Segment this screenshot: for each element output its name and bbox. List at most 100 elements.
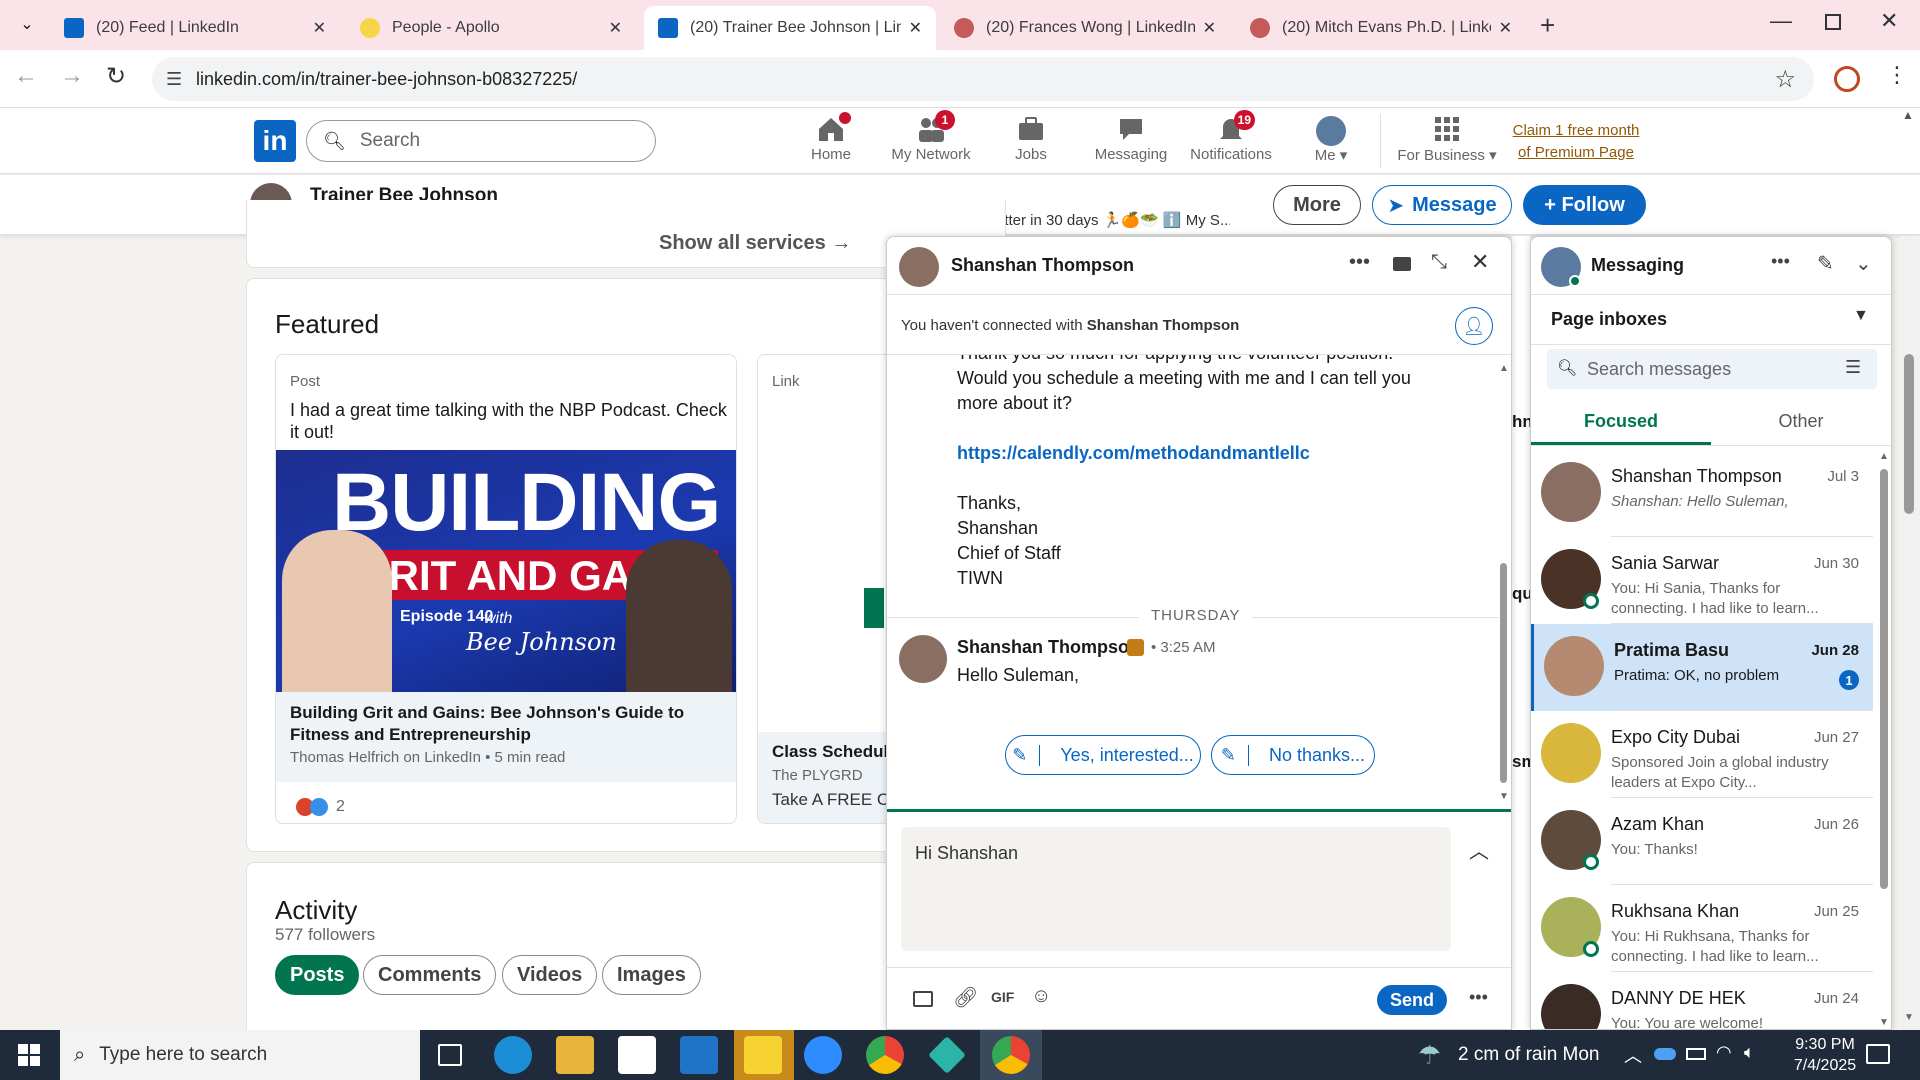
edge-icon[interactable] bbox=[494, 1036, 532, 1074]
minimize-icon[interactable]: — bbox=[1770, 8, 1792, 34]
more-options-icon[interactable]: ••• bbox=[1771, 251, 1790, 272]
nav-jobs[interactable]: Jobs bbox=[981, 116, 1081, 163]
nav-notifications[interactable]: 19 Notifications bbox=[1181, 110, 1281, 163]
video-call-icon[interactable] bbox=[1393, 257, 1411, 271]
close-tab-icon[interactable]: ✕ bbox=[1203, 18, 1216, 38]
page-inboxes-dropdown[interactable]: Page inboxes ▼ bbox=[1531, 295, 1891, 345]
scroll-up-icon[interactable]: ▲ bbox=[1879, 451, 1889, 462]
scroll-down-icon[interactable]: ▼ bbox=[1904, 1012, 1914, 1023]
gif-icon[interactable]: GIF bbox=[991, 989, 1014, 1005]
image-attach-icon[interactable] bbox=[913, 991, 933, 1007]
task-view-icon[interactable] bbox=[438, 1044, 462, 1066]
send-button[interactable]: Send bbox=[1377, 985, 1447, 1015]
tab-search-chevron-icon[interactable]: ⌄ bbox=[14, 12, 40, 38]
more-button[interactable]: More bbox=[1273, 185, 1361, 225]
chrome-profile-icon[interactable] bbox=[992, 1036, 1030, 1074]
conversation-item[interactable]: Sania Sarwar Jun 30 You: Hi Sania, Thanks … bbox=[1531, 537, 1873, 624]
scrollbar-thumb[interactable] bbox=[1500, 563, 1507, 783]
connect-person-icon[interactable]: 👤︎ bbox=[1455, 307, 1493, 345]
weather-umbrella-icon[interactable]: ☂ bbox=[1418, 1040, 1441, 1071]
nav-me[interactable]: Me ▾ bbox=[1281, 116, 1381, 164]
browser-tab[interactable]: (20) Frances Wong | LinkedIn ✕ bbox=[940, 6, 1230, 50]
paperclip-icon[interactable]: 🔗︎ bbox=[953, 985, 978, 1010]
browser-tab[interactable]: People - Apollo ✕ bbox=[346, 6, 636, 50]
nav-my-network[interactable]: 1 My Network bbox=[881, 110, 981, 163]
emoji-icon[interactable]: ☺ bbox=[1031, 985, 1051, 1008]
message-button[interactable]: ➤ Message bbox=[1372, 185, 1512, 225]
expand-composer-icon[interactable]: ︿ bbox=[1469, 835, 1489, 864]
conversation-item[interactable]: DANNY DE HEK Jun 24 You: You are welcome! bbox=[1531, 972, 1873, 1029]
site-info-icon[interactable]: ☰ bbox=[166, 69, 182, 90]
scroll-down-icon[interactable]: ▼ bbox=[1499, 791, 1509, 802]
list-scrollbar[interactable]: ▲ ▼ bbox=[1877, 451, 1891, 1029]
scroll-up-icon[interactable]: ▲ bbox=[1499, 363, 1509, 374]
message-search[interactable]: 🔍︎ Search messages ☰ bbox=[1547, 349, 1877, 389]
page-scrollbar-up-icon[interactable]: ▲ bbox=[1902, 108, 1914, 122]
nav-for-business[interactable]: For Business ▾ bbox=[1397, 116, 1497, 164]
clock[interactable]: 9:30 PM 7/4/2025 bbox=[1780, 1034, 1870, 1076]
sticky-notes-icon[interactable] bbox=[744, 1036, 782, 1074]
avatar[interactable] bbox=[899, 247, 939, 287]
nav-home[interactable]: Home bbox=[781, 112, 881, 163]
new-tab-plus-icon[interactable]: + bbox=[1540, 10, 1555, 41]
restore-icon[interactable] bbox=[1825, 14, 1841, 30]
featured-post[interactable]: Post I had a great time talking with the… bbox=[275, 354, 737, 824]
close-tab-icon[interactable]: ✕ bbox=[609, 18, 622, 38]
close-tab-icon[interactable]: ✕ bbox=[313, 18, 326, 38]
onedrive-icon[interactable] bbox=[1654, 1048, 1676, 1060]
conversation-item[interactable]: Rukhsana Khan Jun 25 You: Hi Rukhsana, Tha… bbox=[1531, 885, 1873, 972]
wifi-icon[interactable]: ◠ bbox=[1716, 1042, 1732, 1063]
follow-button[interactable]: + Follow bbox=[1523, 185, 1646, 225]
close-chat-icon[interactable]: ✕ bbox=[1471, 249, 1489, 275]
suggestion-yes-button[interactable]: ✎ Yes, interested... bbox=[1005, 735, 1201, 775]
chrome-icon[interactable] bbox=[866, 1036, 904, 1074]
notification-center-icon[interactable] bbox=[1866, 1044, 1890, 1064]
reaction-icons[interactable]: 2 bbox=[296, 798, 345, 816]
battery-icon[interactable] bbox=[1686, 1048, 1706, 1060]
message-input[interactable]: Hi Shanshan bbox=[901, 827, 1451, 951]
back-arrow-icon[interactable]: ← bbox=[14, 62, 38, 90]
tab-focused[interactable]: Focused bbox=[1531, 397, 1711, 445]
messaging-header[interactable]: Messaging ••• ✎ ⌄ bbox=[1531, 237, 1891, 295]
close-window-icon[interactable]: ✕ bbox=[1880, 8, 1898, 34]
conversation-item[interactable]: Expo City Dubai Jun 27 Sponsored Join a gl… bbox=[1531, 711, 1873, 798]
search-bar[interactable]: 🔍︎ Search bbox=[306, 120, 656, 162]
tray-chevron-icon[interactable]: ︿ bbox=[1624, 1042, 1642, 1068]
filter-posts[interactable]: Posts bbox=[275, 955, 360, 995]
followers-count[interactable]: 577 followers bbox=[275, 925, 375, 945]
show-all-services-link[interactable]: Show all services → bbox=[659, 232, 851, 255]
file-explorer-icon[interactable] bbox=[556, 1036, 594, 1074]
volume-icon[interactable]: 🔈︎ bbox=[1744, 1042, 1755, 1063]
close-tab-icon[interactable]: ✕ bbox=[1499, 18, 1512, 38]
scroll-down-icon[interactable]: ▼ bbox=[1879, 1017, 1889, 1028]
nav-messaging[interactable]: Messaging bbox=[1081, 116, 1181, 163]
filter-images[interactable]: Images bbox=[602, 955, 701, 995]
reload-icon[interactable]: ↻ bbox=[106, 62, 126, 91]
filter-comments[interactable]: Comments bbox=[363, 955, 497, 995]
chat-contact-name[interactable]: Shanshan Thompson bbox=[951, 255, 1134, 276]
windows-start-icon[interactable] bbox=[18, 1044, 40, 1066]
thread-scrollbar[interactable]: ▲ ▼ bbox=[1499, 363, 1509, 803]
address-bar[interactable]: ☰ linkedin.com/in/trainer-bee-johnson-b0… bbox=[152, 57, 1814, 101]
close-tab-icon[interactable]: ✕ bbox=[909, 18, 922, 38]
scrollbar-thumb[interactable] bbox=[1880, 469, 1888, 889]
minimize-chat-icon[interactable]: ⤡ bbox=[1431, 251, 1447, 274]
bookmark-star-icon[interactable]: ☆ bbox=[1774, 65, 1796, 94]
scrollbar-thumb[interactable] bbox=[1904, 354, 1914, 514]
store-icon[interactable] bbox=[618, 1036, 656, 1074]
weather-text[interactable]: 2 cm of rain Mon bbox=[1458, 1044, 1600, 1066]
browser-tab[interactable]: (20) Feed | LinkedIn ✕ bbox=[50, 6, 340, 50]
taskbar-search[interactable]: ⌕ Type here to search bbox=[60, 1030, 420, 1080]
zoom-icon[interactable] bbox=[804, 1036, 842, 1074]
conversation-item[interactable]: Shanshan Thompson Jul 3 Shanshan: Hello Su… bbox=[1531, 450, 1873, 537]
linkedin-logo-icon[interactable]: in bbox=[254, 120, 296, 162]
forward-arrow-icon[interactable]: → bbox=[60, 62, 84, 90]
compose-icon[interactable]: ✎ bbox=[1817, 251, 1834, 276]
browser-tab-active[interactable]: (20) Trainer Bee Johnson | Linke ✕ bbox=[644, 6, 936, 50]
more-options-icon[interactable]: ••• bbox=[1349, 251, 1370, 274]
page-scrollbar[interactable]: ▼ bbox=[1900, 236, 1920, 1030]
conversation-item[interactable]: Azam Khan Jun 26 You: Thanks! bbox=[1531, 798, 1873, 885]
composer-more-icon[interactable]: ••• bbox=[1469, 987, 1488, 1008]
premium-link[interactable]: Claim 1 free month of Premium Page bbox=[1506, 120, 1646, 164]
filter-icon[interactable]: ☰ bbox=[1845, 357, 1861, 378]
